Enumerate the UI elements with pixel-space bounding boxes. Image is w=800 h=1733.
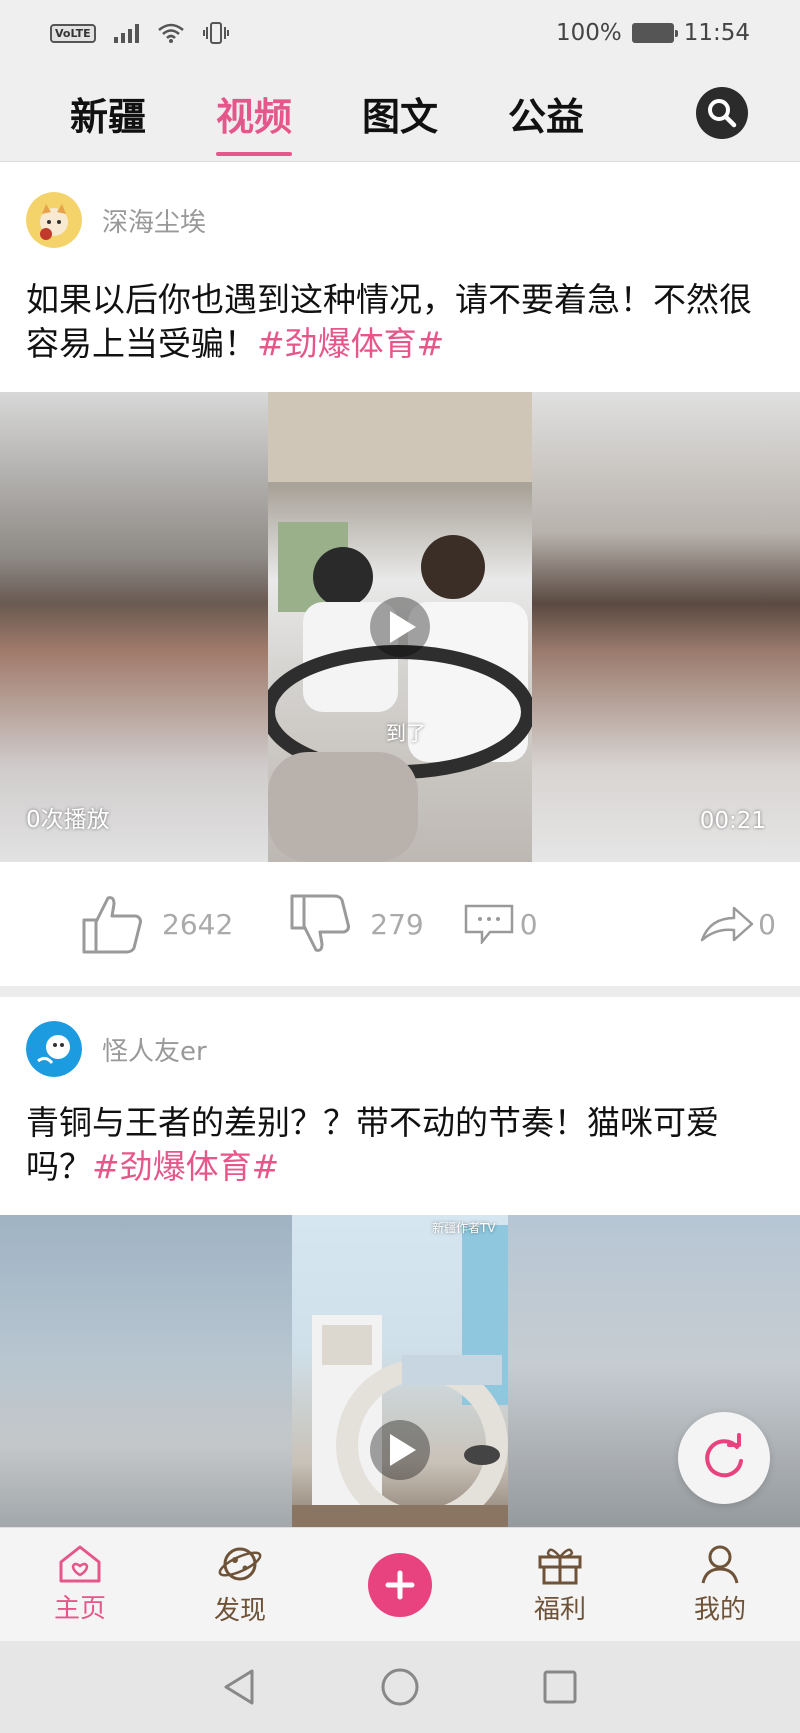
nav-profile-label: 我的 (693, 1595, 746, 1625)
tab-articles[interactable]: 图文 (362, 66, 438, 162)
signal-icon (113, 23, 139, 43)
nav-discover-label: 发现 (213, 1596, 266, 1626)
post-card: 深海尘埃 如果以后你也遇到这种情况，请不要着急！不然很容易上当受骗！#劲爆体育# (0, 162, 800, 986)
vibrate-icon (202, 22, 229, 44)
battery-percent: 100% (555, 20, 622, 46)
avatar[interactable] (26, 192, 82, 248)
refresh-icon (705, 1433, 743, 1478)
like-count: 2642 (162, 907, 234, 941)
video-blur-right (508, 1215, 800, 1545)
status-bar: VoLTE 100% 11:54 (0, 0, 800, 66)
post-author[interactable]: 深海尘埃 (0, 162, 800, 278)
comment-button[interactable]: 0 (464, 904, 538, 944)
nav-welfare[interactable]: 福利 (480, 1528, 640, 1641)
thumbs-up-icon (82, 896, 142, 954)
home-circle-icon[interactable] (380, 1667, 420, 1707)
nav-home-label: 主页 (53, 1594, 106, 1624)
post-actions: 2642 279 0 0 (0, 862, 800, 986)
avatar[interactable] (26, 1021, 82, 1077)
plus-icon (368, 1552, 432, 1617)
refresh-button[interactable] (678, 1412, 770, 1504)
planet-icon (218, 1547, 262, 1581)
video-blur-left (0, 392, 268, 862)
top-tab-bar: 新疆 视频 图文 公益 (0, 66, 800, 162)
nav-profile[interactable]: 我的 (640, 1528, 800, 1641)
home-icon (59, 1545, 101, 1583)
thumbs-down-icon (290, 894, 351, 952)
video-player[interactable]: 新疆作者TV (0, 1215, 800, 1545)
dislike-count: 279 (370, 907, 424, 941)
video-watermark: 新疆作者TV (432, 1221, 496, 1235)
comment-icon (464, 904, 513, 944)
play-button[interactable] (370, 597, 430, 657)
divider (0, 986, 800, 997)
tab-xinjiang[interactable]: 新疆 (70, 66, 146, 162)
hashtag-link[interactable]: #劲爆体育# (257, 324, 444, 363)
back-icon[interactable] (220, 1667, 260, 1707)
nav-home[interactable]: 主页 (0, 1528, 160, 1641)
share-icon (700, 906, 754, 942)
battery-icon (631, 23, 678, 43)
volte-indicator: VoLTE (50, 23, 96, 43)
hashtag-link[interactable]: #劲爆体育# (92, 1147, 279, 1186)
bottom-nav: 主页 发现 福利 我的 (0, 1527, 800, 1641)
comment-count: 0 (519, 907, 538, 941)
nav-discover[interactable]: 发现 (160, 1528, 320, 1641)
system-nav-bar (0, 1641, 800, 1733)
video-blur-right (532, 392, 800, 862)
video-player[interactable]: 到了 0次播放 00:21 (0, 392, 800, 862)
wifi-icon (157, 23, 184, 43)
feed: 深海尘埃 如果以后你也遇到这种情况，请不要着急！不然很容易上当受骗！#劲爆体育# (0, 162, 800, 1545)
dislike-button[interactable]: 279 (288, 892, 424, 956)
user-icon (701, 1545, 739, 1584)
play-button[interactable] (370, 1420, 430, 1480)
gift-icon (538, 1548, 582, 1585)
post-title[interactable]: 青铜与王者的差别？？带不动的节奏！猫咪可爱吗？#劲爆体育# (0, 1101, 800, 1189)
like-button[interactable]: 2642 (80, 892, 233, 956)
search-icon (708, 99, 737, 128)
author-name[interactable]: 深海尘埃 (102, 202, 206, 239)
clock: 11:54 (683, 20, 750, 46)
nav-welfare-label: 福利 (533, 1595, 586, 1625)
video-blur-left (0, 1215, 292, 1545)
tab-video[interactable]: 视频 (216, 66, 293, 162)
share-button[interactable]: 0 (700, 904, 776, 944)
author-name[interactable]: 怪人友er (102, 1031, 207, 1068)
video-caption: 到了 (386, 721, 426, 745)
tab-charity[interactable]: 公益 (508, 66, 584, 162)
post-author[interactable]: 怪人友er (0, 997, 800, 1101)
video-frame (292, 1215, 508, 1545)
recents-icon[interactable] (540, 1667, 580, 1707)
post-title[interactable]: 如果以后你也遇到这种情况，请不要着急！不然很容易上当受骗！#劲爆体育# (0, 278, 800, 366)
share-count: 0 (758, 907, 776, 941)
search-button[interactable] (696, 87, 748, 139)
play-count: 0次播放 (26, 807, 110, 833)
video-duration: 00:21 (699, 808, 766, 834)
nav-create[interactable] (320, 1528, 480, 1641)
